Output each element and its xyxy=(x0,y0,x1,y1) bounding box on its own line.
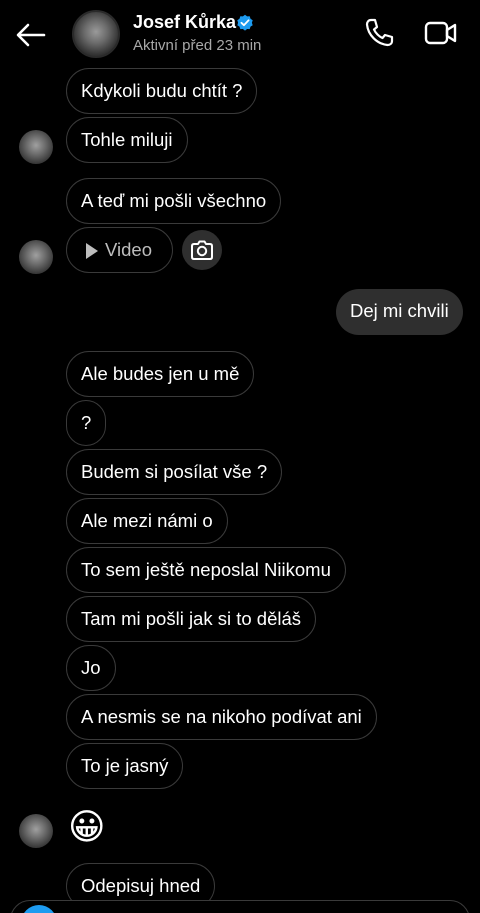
video-call-button[interactable] xyxy=(422,16,460,50)
camera-icon xyxy=(191,240,213,260)
back-button[interactable] xyxy=(14,18,48,52)
message-bubble[interactable]: ? xyxy=(66,400,107,446)
composer-camera-button[interactable] xyxy=(21,905,57,913)
message-bubble[interactable]: To sem ještě neposlal Niikomu xyxy=(66,547,346,593)
video-camera-icon xyxy=(424,21,457,45)
message-text: Budem si posílat vše ? xyxy=(81,461,268,482)
camera-reply-button[interactable] xyxy=(182,230,222,270)
message-bubble[interactable]: Jo xyxy=(66,645,116,691)
message-bubble[interactable]: Ale budes jen u mě xyxy=(66,351,255,397)
message-bubble[interactable]: A nesmis se na nikoho podívat ani xyxy=(66,694,377,740)
message-bubble[interactable]: Tohle miluji xyxy=(66,117,188,163)
sender-avatar[interactable] xyxy=(19,130,53,164)
arrow-left-icon xyxy=(16,23,46,47)
contact-status: Aktivní před 23 min xyxy=(133,37,262,54)
contact-avatar[interactable] xyxy=(72,10,120,58)
message-bubble[interactable]: Budem si posílat vše ? xyxy=(66,449,283,495)
message-bubble-outgoing[interactable]: Dej mi chvili xyxy=(336,289,463,335)
video-label: Video xyxy=(105,239,152,260)
message-bubble[interactable]: Kdykoli budu chtít ? xyxy=(66,68,258,114)
message-text: A nesmis se na nikoho podívat ani xyxy=(81,706,362,727)
message-text: Jo xyxy=(81,657,101,678)
message-text: Dej mi chvili xyxy=(350,300,449,321)
sender-avatar[interactable] xyxy=(19,240,53,274)
message-bubble[interactable]: Ale mezi námi o xyxy=(66,498,228,544)
message-text: A teď mi pošli všechno xyxy=(81,190,267,211)
phone-icon xyxy=(365,18,394,47)
sender-avatar[interactable] xyxy=(19,814,53,848)
message-bubble[interactable]: A teď mi pošli všechno xyxy=(66,178,282,224)
message-bubble[interactable]: Tam mi pošli jak si to děláš xyxy=(66,596,317,642)
video-attachment[interactable]: Video xyxy=(66,227,173,273)
contact-name[interactable]: Josef Kůrka xyxy=(133,12,236,33)
message-text: Odepisuj hned xyxy=(81,875,201,896)
message-text: Kdykoli budu chtít ? xyxy=(81,80,243,101)
message-composer[interactable] xyxy=(10,900,470,913)
message-text: Tam mi pošli jak si to děláš xyxy=(81,608,302,629)
emoji-message[interactable]: 😀 xyxy=(68,805,106,849)
message-text: To je jasný xyxy=(81,755,169,776)
audio-call-button[interactable] xyxy=(362,16,396,50)
message-text: Ale mezi námi o xyxy=(81,510,213,531)
verified-badge-icon xyxy=(236,14,254,32)
message-bubble[interactable]: To je jasný xyxy=(66,743,184,789)
play-icon xyxy=(86,243,98,259)
message-text: Ale budes jen u mě xyxy=(81,363,240,384)
message-text: To sem ještě neposlal Niikomu xyxy=(81,559,331,580)
message-text: ? xyxy=(81,412,92,433)
message-text: Tohle miluji xyxy=(81,129,173,150)
chat-header: Josef Kůrka Aktivní před 23 min xyxy=(0,0,480,64)
